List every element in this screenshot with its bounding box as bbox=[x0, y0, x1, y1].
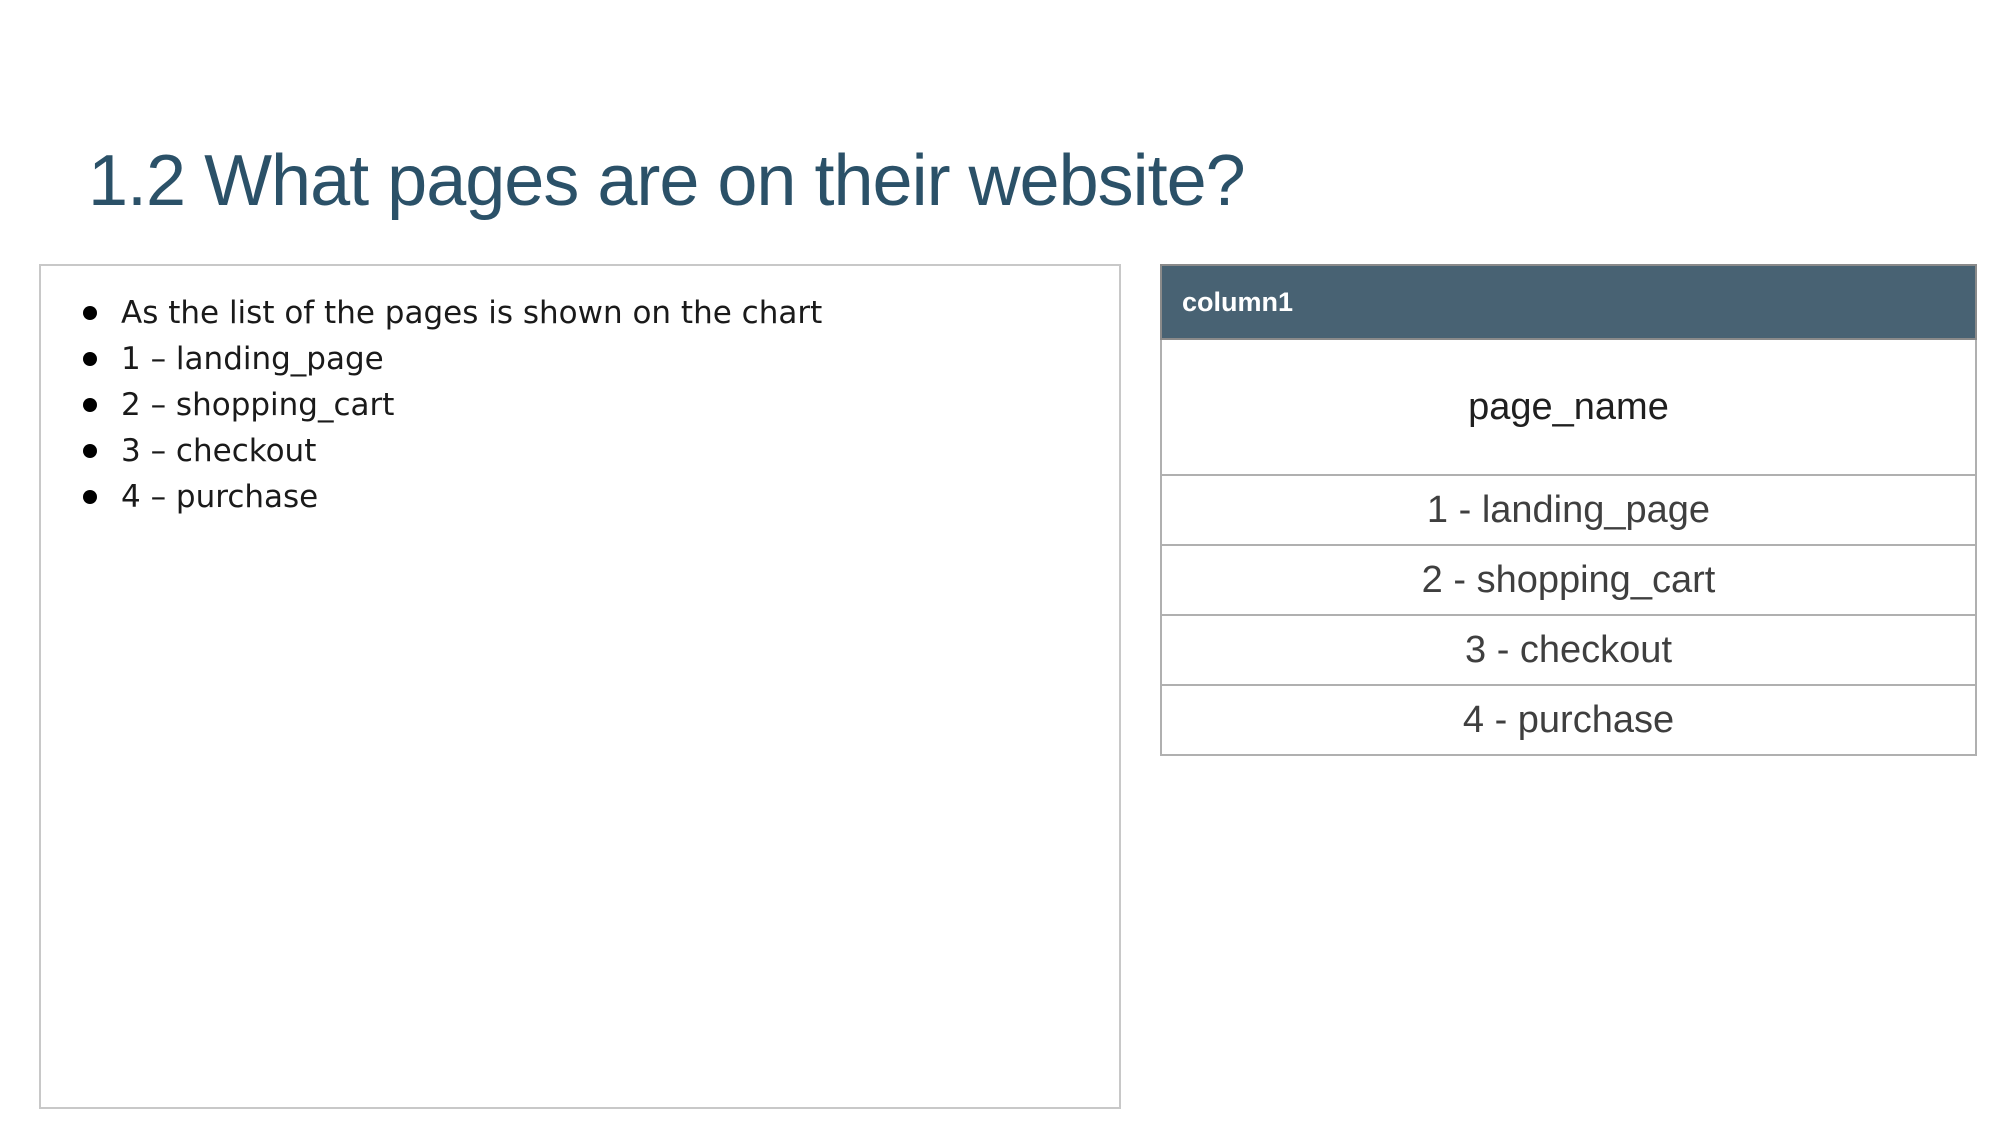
table-row: 1 - landing_page bbox=[1160, 474, 1977, 546]
bullet-text: 1 – landing_page bbox=[121, 341, 384, 377]
table-cell: 2 - shopping_cart bbox=[1160, 544, 1977, 616]
bullet-text-box: As the list of the pages is shown on the… bbox=[39, 264, 1121, 1109]
bullet-dot-icon bbox=[83, 398, 97, 412]
field-name-cell: page_name bbox=[1160, 338, 1977, 476]
table-row: 3 - checkout bbox=[1160, 614, 1977, 686]
table-cell: 1 - landing_page bbox=[1160, 474, 1977, 546]
table-row: 4 - purchase bbox=[1160, 684, 1977, 756]
bullet-text: 2 – shopping_cart bbox=[121, 387, 395, 423]
slide-title: 1.2 What pages are on their website? bbox=[88, 141, 1246, 221]
table-row: page_name bbox=[1160, 338, 1977, 476]
bullet-dot-icon bbox=[83, 306, 97, 320]
bullet-item: As the list of the pages is shown on the… bbox=[79, 290, 1119, 336]
bullet-text: As the list of the pages is shown on the… bbox=[121, 295, 823, 331]
table-row: 2 - shopping_cart bbox=[1160, 544, 1977, 616]
table-cell: 4 - purchase bbox=[1160, 684, 1977, 756]
bullet-dot-icon bbox=[83, 490, 97, 504]
table-cell: 3 - checkout bbox=[1160, 614, 1977, 686]
pages-table: column1 page_name 1 - landing_page 2 - s… bbox=[1160, 264, 1977, 756]
bullet-item: 1 – landing_page bbox=[79, 336, 1119, 382]
bullet-item: 4 – purchase bbox=[79, 474, 1119, 520]
bullet-item: 2 – shopping_cart bbox=[79, 382, 1119, 428]
column-header: column1 bbox=[1160, 264, 1977, 340]
bullet-text: 4 – purchase bbox=[121, 479, 319, 515]
bullet-dot-icon bbox=[83, 352, 97, 366]
bullet-list: As the list of the pages is shown on the… bbox=[41, 266, 1119, 520]
table-header-row: column1 bbox=[1160, 264, 1977, 340]
bullet-dot-icon bbox=[83, 444, 97, 458]
bullet-text: 3 – checkout bbox=[121, 433, 317, 469]
bullet-item: 3 – checkout bbox=[79, 428, 1119, 474]
